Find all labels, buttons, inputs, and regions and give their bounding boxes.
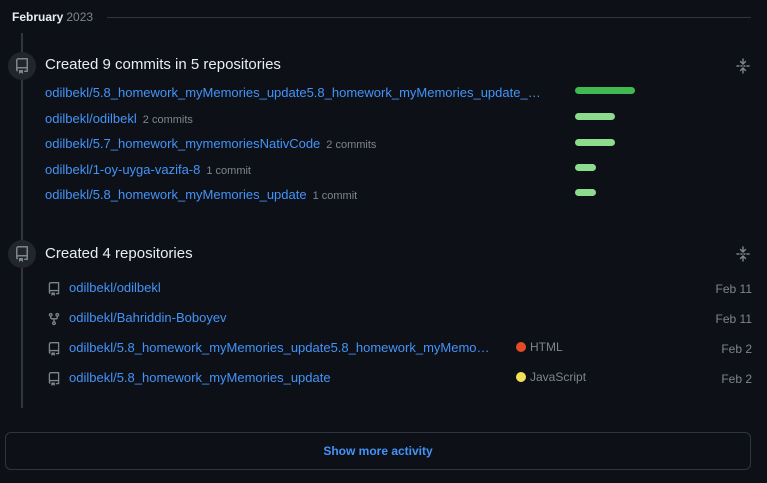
repo-push-icon — [8, 52, 36, 80]
commit-count: 1 commit — [206, 165, 251, 177]
commit-row: odilbekl/1-oy-uyga-vazifa-8 1 commit — [45, 162, 251, 177]
language-name: JavaScript — [530, 370, 587, 384]
commit-bar — [575, 139, 615, 146]
repo-row: odilbekl/5.8_homework_myMemories_update … — [47, 370, 752, 390]
commit-count: 2 commits — [326, 139, 377, 151]
language-name: HTML — [530, 340, 563, 354]
commit-count: 2 commits — [142, 114, 193, 126]
commit-bar — [575, 87, 635, 94]
commit-row: odilbekl/odilbekl 2 commits — [45, 111, 193, 126]
fold-icon[interactable] — [736, 246, 750, 262]
repo-link[interactable]: odilbekl/odilbekl — [69, 280, 161, 295]
commit-bar — [575, 113, 615, 120]
commits-event-title: Created 9 commits in 5 repositories — [45, 56, 281, 73]
commit-repo-link[interactable]: odilbekl/1-oy-uyga-vazifa-8 — [45, 162, 200, 177]
repo-link[interactable]: odilbekl/5.8_homework_myMemories_update — [69, 370, 331, 385]
commit-bar — [575, 164, 596, 171]
commit-repo-link[interactable]: odilbekl/5.8_homework_myMemories_update — [45, 187, 307, 202]
repo-date: Feb 2 — [721, 342, 752, 356]
repo-forked-icon — [47, 312, 61, 326]
repo-icon — [47, 342, 61, 356]
language-label: HTML — [516, 340, 563, 354]
month-header: February 2023 — [12, 10, 93, 24]
commit-bar — [575, 189, 596, 196]
repo-icon — [8, 240, 36, 268]
timeline-line — [21, 33, 23, 408]
repos-event-title: Created 4 repositories — [45, 245, 193, 262]
commit-repo-link[interactable]: odilbekl/5.7_homework_mymemoriesNativCod… — [45, 136, 320, 151]
repo-row: odilbekl/odilbekl Feb 11 — [47, 280, 752, 300]
commit-row: odilbekl/5.8_homework_myMemories_update 1… — [45, 187, 357, 202]
repo-row: odilbekl/5.8_homework_myMemories_update5… — [47, 340, 752, 360]
repo-link[interactable]: odilbekl/5.8_homework_myMemories_update5… — [69, 340, 490, 355]
language-dot — [516, 372, 526, 382]
commit-row: odilbekl/5.8_homework_myMemories_update5… — [45, 85, 541, 100]
repo-icon — [47, 282, 61, 296]
month-name: February — [12, 10, 64, 24]
language-dot — [516, 342, 526, 352]
commit-repo-link[interactable]: odilbekl/5.8_homework_myMemories_update5… — [45, 85, 541, 100]
repo-row: odilbekl/Bahriddin-Boboyev Feb 11 — [47, 310, 752, 330]
month-year: 2023 — [66, 10, 94, 24]
repo-date: Feb 11 — [715, 312, 752, 326]
commit-row: odilbekl/5.7_homework_mymemoriesNativCod… — [45, 136, 376, 151]
commit-count: 1 commit — [312, 190, 358, 202]
fold-icon[interactable] — [736, 58, 750, 74]
repo-date: Feb 11 — [715, 282, 752, 296]
repo-icon — [47, 372, 61, 386]
show-more-activity-button[interactable]: Show more activity — [5, 432, 751, 470]
repo-link[interactable]: odilbekl/Bahriddin-Boboyev — [69, 310, 227, 325]
commit-repo-link[interactable]: odilbekl/odilbekl — [45, 111, 137, 126]
month-divider — [107, 17, 751, 18]
language-label: JavaScript — [516, 370, 586, 384]
repo-date: Feb 2 — [721, 372, 752, 386]
